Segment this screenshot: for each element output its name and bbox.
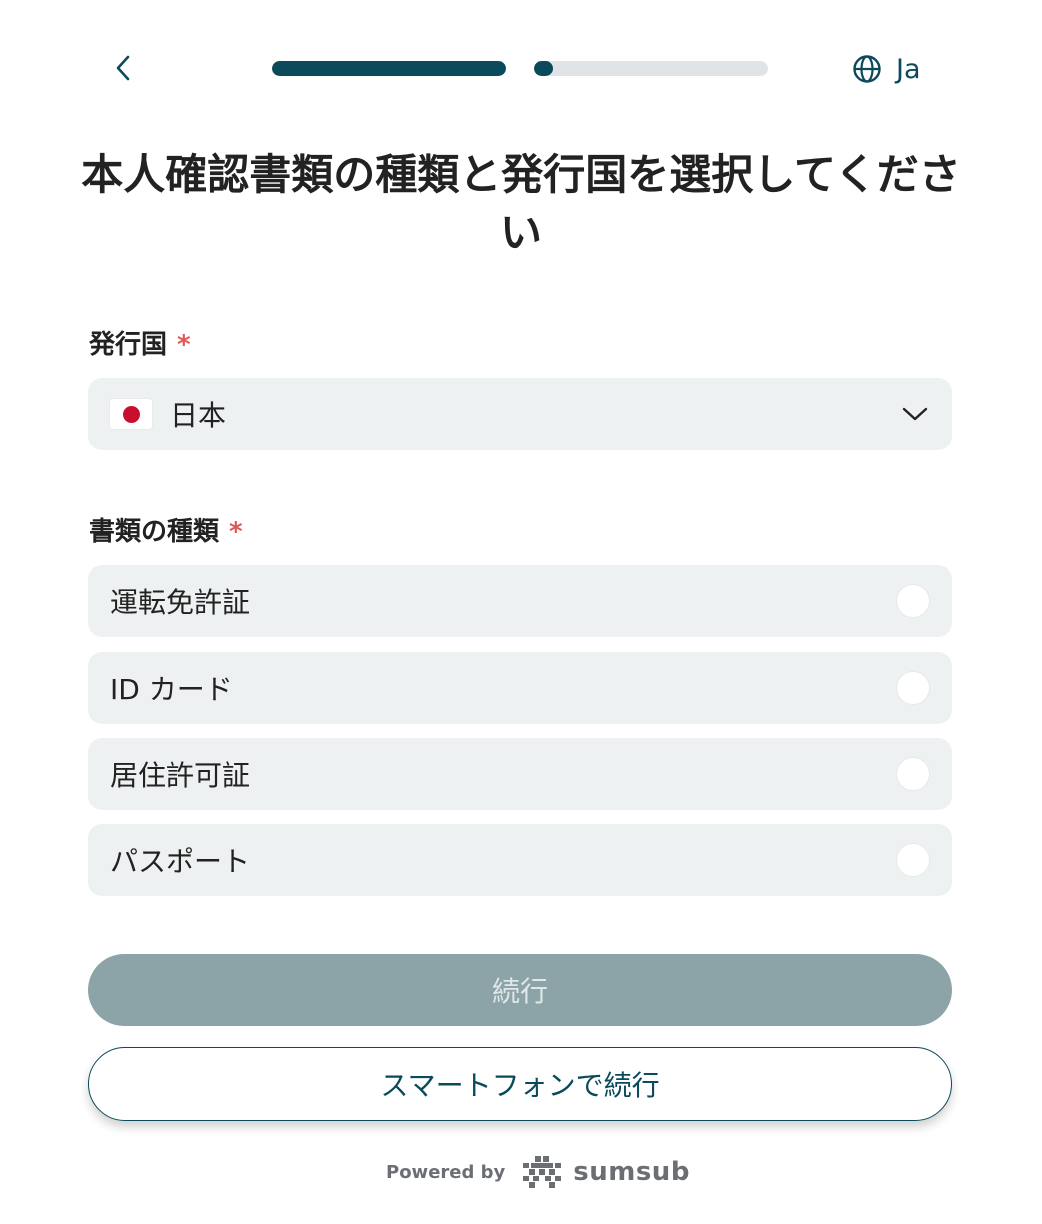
- continue-button[interactable]: 続行: [88, 954, 952, 1026]
- page-title: 本人確認書類の種類と発行国を選択してください: [81, 150, 961, 257]
- doc-option-label: パスポート: [110, 845, 251, 878]
- doc-option-label: 運転免許証: [110, 586, 251, 619]
- document-selection-screen: Ja 本人確認書類の種類と発行国を選択してください 発行国 * 日本 書類の種類 *…: [0, 0, 1042, 1224]
- doc-type-label-text: 書類の種類: [89, 517, 220, 547]
- progress-step-1-fill: [272, 61, 506, 76]
- powered-by-text: Powered by: [386, 1161, 506, 1183]
- doc-option-label: ID カード: [110, 673, 233, 706]
- chevron-down-icon: [900, 399, 930, 429]
- sumsub-logo: sumsub: [519, 1154, 690, 1190]
- required-mark: *: [177, 330, 191, 360]
- chevron-left-icon: [116, 55, 130, 81]
- country-select[interactable]: 日本: [88, 378, 952, 450]
- language-selector[interactable]: Ja: [852, 50, 921, 88]
- doc-type-field-label: 書類の種類 *: [89, 511, 243, 548]
- sumsub-logo-icon: [523, 1156, 562, 1188]
- progress-step-1: [272, 61, 506, 76]
- required-mark: *: [229, 517, 243, 547]
- radio-button[interactable]: [896, 584, 930, 618]
- doc-option-drivers-license[interactable]: 運転免許証: [88, 565, 952, 637]
- doc-option-label: 居住許可証: [110, 759, 251, 792]
- continue-on-phone-button[interactable]: スマートフォンで続行: [88, 1047, 952, 1121]
- doc-option-residence-permit[interactable]: 居住許可証: [88, 738, 952, 810]
- radio-button[interactable]: [896, 757, 930, 791]
- language-label: Ja: [896, 53, 921, 85]
- powered-by-footer: Powered by sumsub: [386, 1150, 690, 1194]
- sumsub-logo-text: sumsub: [573, 1157, 690, 1187]
- doc-option-id-card[interactable]: ID カード: [88, 652, 952, 724]
- japan-flag-icon: [110, 399, 152, 429]
- country-label-text: 発行国: [89, 330, 168, 360]
- doc-option-passport[interactable]: パスポート: [88, 824, 952, 896]
- back-button[interactable]: [104, 48, 144, 88]
- progress-step-2: [534, 61, 768, 76]
- country-select-value: 日本: [170, 399, 227, 432]
- globe-icon: [853, 55, 881, 83]
- radio-button[interactable]: [896, 671, 930, 705]
- radio-button[interactable]: [896, 843, 930, 877]
- country-field-label: 発行国 *: [89, 324, 191, 361]
- progress-step-2-fill: [534, 61, 553, 76]
